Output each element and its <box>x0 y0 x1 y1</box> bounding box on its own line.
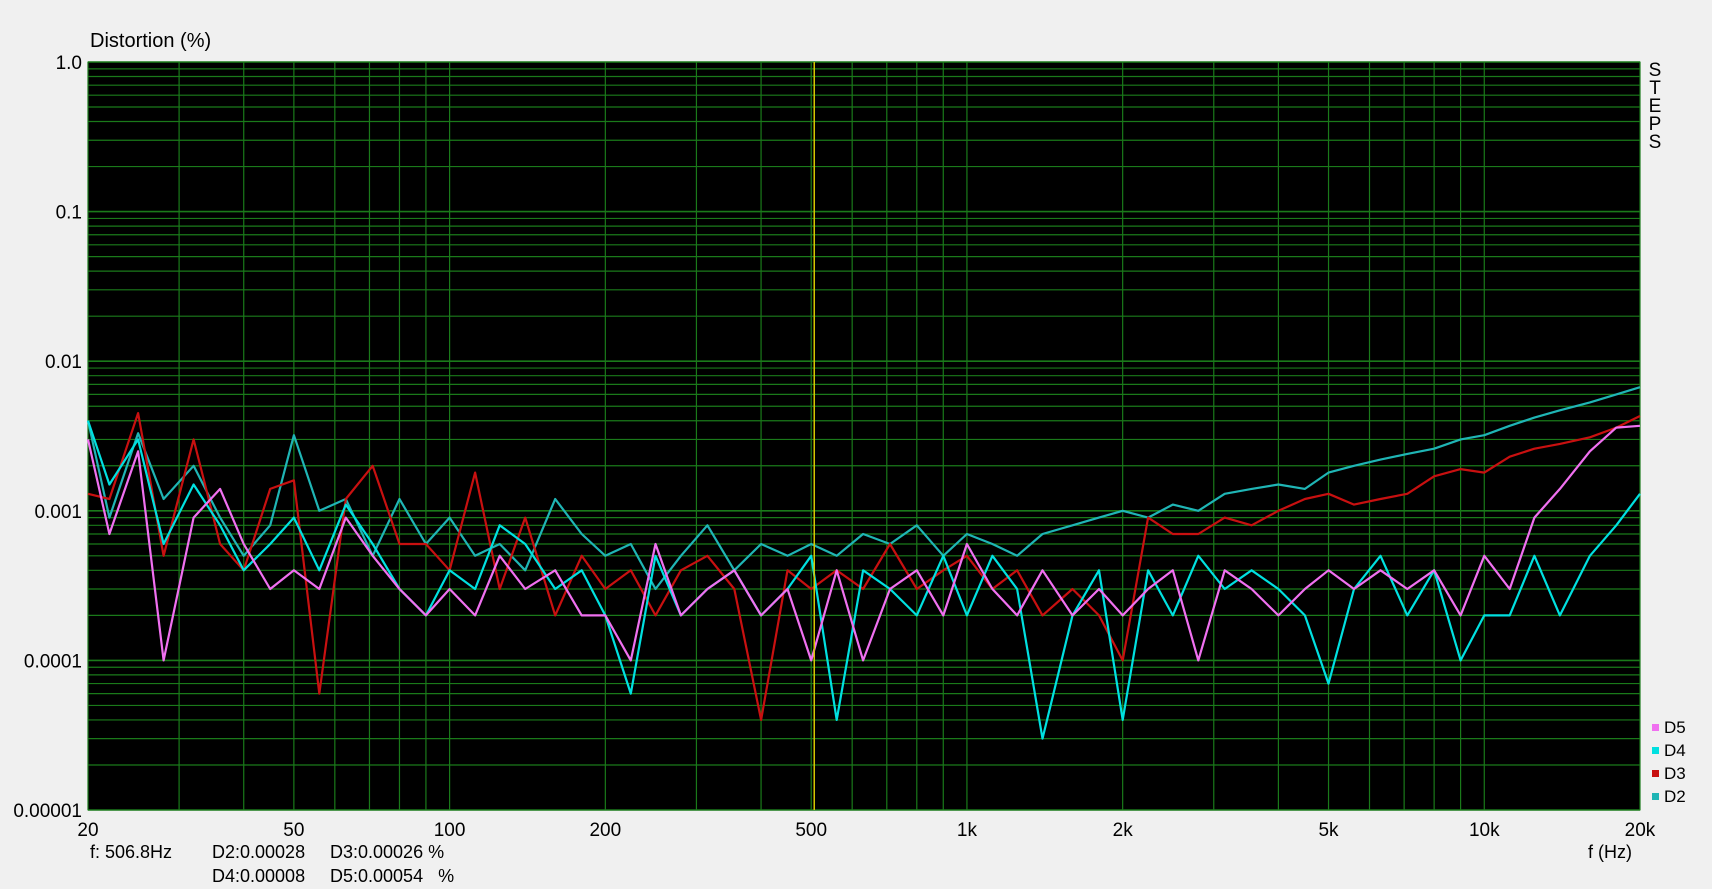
legend-item-d3[interactable]: D3 <box>1652 762 1686 785</box>
legend-swatch <box>1652 770 1659 777</box>
steps-letter: S <box>1648 132 1662 153</box>
y-tick-label: 0.0001 <box>24 651 82 672</box>
legend-label: D5 <box>1664 718 1686 737</box>
legend-item-d5[interactable]: D5 <box>1652 716 1686 739</box>
y-tick-label: 0.001 <box>34 502 82 523</box>
y-tick-label: 0.00001 <box>13 801 82 822</box>
x-tick-label: 20k <box>1625 820 1656 841</box>
d2-readout: D2:0.00028 <box>212 842 306 862</box>
x-tick-label: 1k <box>957 820 978 841</box>
y-tick-label: 1.0 <box>56 53 82 74</box>
y-axis-title: Distortion (%) <box>90 30 212 52</box>
x-tick-label: 10k <box>1469 820 1500 841</box>
x-tick-label: 100 <box>434 820 466 841</box>
legend-label: D4 <box>1664 741 1686 760</box>
d5-readout: D5:0.00054 % <box>330 866 455 886</box>
legend-swatch <box>1652 747 1659 754</box>
legend-swatch <box>1652 724 1659 731</box>
legend-item-d2[interactable]: D2 <box>1652 785 1686 808</box>
legend-label: D3 <box>1664 764 1686 783</box>
plot-area <box>87 61 1641 811</box>
d3-readout: D3:0.00026 % <box>330 842 445 862</box>
d4-readout: D4:0.00008 <box>212 866 306 886</box>
y-tick-label: 0.1 <box>56 203 82 224</box>
x-tick-label: 2k <box>1113 820 1134 841</box>
legend-item-d4[interactable]: D4 <box>1652 739 1686 762</box>
x-tick-label: 500 <box>795 820 827 841</box>
y-tick-label: 0.01 <box>45 352 82 373</box>
x-axis-title: f (Hz) <box>1588 842 1632 862</box>
cursor-frequency-readout: f: 506.8Hz <box>90 842 173 862</box>
legend: D5 D4 D3 D2 <box>1652 716 1686 808</box>
x-tick-label: 5k <box>1318 820 1339 841</box>
steps-label: S T E P S <box>1645 61 1665 153</box>
x-tick-label: 20 <box>77 820 98 841</box>
distortion-chart: 20 50 100 200 500 1k 2k 5k 10k 20k 1.0 0.1 0.01 0.001… <box>13 53 1656 841</box>
x-tick-label: 50 <box>283 820 304 841</box>
x-tick-label: 200 <box>589 820 621 841</box>
legend-swatch <box>1652 793 1659 800</box>
legend-label: D2 <box>1664 787 1686 806</box>
